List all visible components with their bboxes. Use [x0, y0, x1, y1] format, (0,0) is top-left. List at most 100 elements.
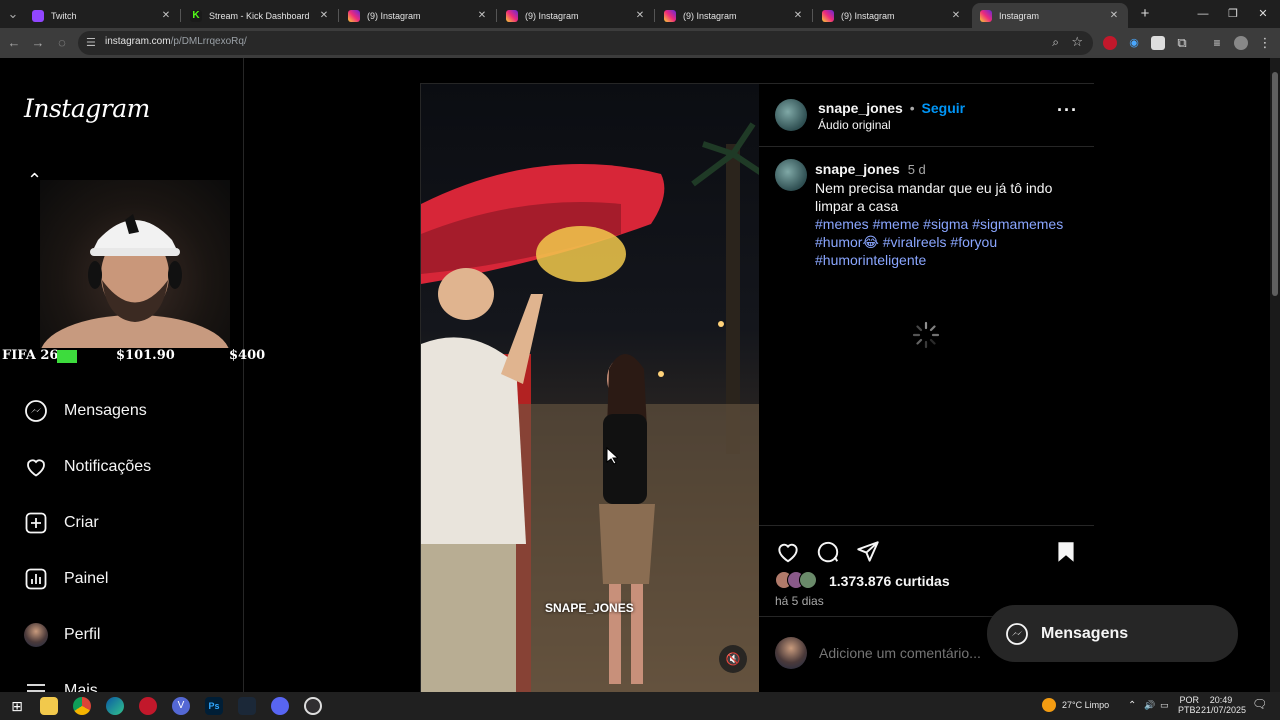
sidebar-item-perfil[interactable]: Perfil	[24, 620, 100, 650]
audio-link[interactable]: Áudio original	[818, 118, 891, 132]
bookmark-save-icon[interactable]	[1053, 539, 1079, 565]
follow-button[interactable]: Seguir	[922, 100, 966, 116]
mute-button[interactable]: 🔇	[719, 645, 747, 673]
hashtag-link[interactable]: #foryou	[950, 234, 997, 250]
sidebar-item-label: Painel	[64, 570, 109, 587]
menu-icon	[27, 684, 45, 692]
webcam-overlay: FIFA 26 $101.90 $400	[0, 180, 265, 368]
tab-instagram-3[interactable]: (9) Instagram ✕	[656, 3, 813, 28]
post-timestamp: há 5 dias	[775, 594, 824, 608]
tab-search-icon[interactable]: ⌄	[5, 6, 21, 22]
media-control-icon[interactable]: ≡	[1210, 36, 1224, 50]
close-icon[interactable]: ✕	[634, 10, 646, 21]
hashtag-link[interactable]: #memes	[815, 216, 869, 232]
speaker-icon[interactable]: 🔊	[1144, 700, 1155, 711]
kebab-menu-icon[interactable]: ⋮	[1258, 36, 1272, 50]
floating-messages-button[interactable]: Mensagens	[987, 605, 1238, 662]
zoom-icon[interactable]: ⌕	[1052, 35, 1059, 50]
tab-instagram-1[interactable]: (9) Instagram ✕	[340, 3, 497, 28]
sidebar-item-label: Perfil	[64, 626, 101, 643]
loading-stop-icon[interactable]: ◌	[54, 35, 70, 51]
new-tab-button[interactable]: +	[1130, 6, 1160, 22]
caption-age: 5 d	[907, 162, 926, 177]
tab-kick-dashboard[interactable]: K Stream - Kick Dashboard ✕	[182, 3, 339, 28]
weather-text[interactable]: 27°C Limpo	[1062, 700, 1109, 710]
photoshop-icon[interactable]: Ps	[205, 697, 223, 715]
scrollbar-thumb[interactable]	[1272, 72, 1278, 296]
tab-instagram-active[interactable]: Instagram ✕	[972, 3, 1128, 28]
tab-instagram-4[interactable]: (9) Instagram ✕	[814, 3, 970, 28]
caption-avatar[interactable]	[775, 159, 807, 191]
sidebar-item-mensagens[interactable]: Mensagens	[24, 396, 147, 426]
bookmark-star-icon[interactable]: ☆	[1071, 34, 1083, 50]
hashtag-link[interactable]: #viralreels	[883, 234, 947, 250]
close-icon[interactable]: ✕	[792, 10, 804, 21]
close-icon[interactable]: ✕	[160, 10, 172, 21]
sidebar-item-mais[interactable]: Mais	[24, 676, 98, 692]
caption-username[interactable]: snape_jones	[815, 161, 900, 177]
vpn-icon[interactable]: V	[172, 697, 190, 715]
chevron-up-icon[interactable]: ⌃	[1128, 700, 1136, 711]
author-username[interactable]: snape_jones	[818, 100, 903, 116]
hashtags-line-3: #humorinteligente	[815, 251, 1085, 269]
steam-icon[interactable]	[238, 697, 256, 715]
edge-icon[interactable]	[106, 697, 124, 715]
language-indicator[interactable]: POR PTB2	[1178, 695, 1201, 715]
close-icon[interactable]: ✕	[1108, 10, 1120, 21]
hashtag-link[interactable]: #humorinteligente	[815, 252, 926, 268]
hashtag-link[interactable]: #sigmamemes	[972, 216, 1063, 232]
video-watermark: SNAPE_JONES	[545, 601, 634, 615]
share-send-icon[interactable]	[855, 539, 881, 565]
restore-button[interactable]: ❐	[1218, 6, 1248, 22]
overlay-game-label: FIFA 26	[2, 348, 59, 363]
discord-icon[interactable]	[271, 697, 289, 715]
clock[interactable]: 20:49 21/07/2025	[1201, 695, 1246, 715]
post-video[interactable]: SNAPE_JONES 🔇	[421, 84, 759, 692]
profile-avatar[interactable]	[1234, 36, 1248, 50]
opera-extension-icon[interactable]	[1103, 36, 1117, 50]
comment-icon[interactable]	[815, 539, 841, 565]
tab-label: (9) Instagram	[683, 10, 737, 21]
chrome-icon[interactable]	[73, 697, 91, 715]
tab-twitch[interactable]: Twitch ✕	[24, 3, 181, 28]
sidebar-item-painel[interactable]: Painel	[24, 564, 108, 594]
post-header-line: snape_jones • Seguir	[818, 100, 965, 116]
notification-icon[interactable]: 🗨	[1252, 697, 1267, 711]
minimize-button[interactable]: —	[1188, 6, 1218, 22]
hashtag-link[interactable]: #meme	[873, 216, 920, 232]
loading-spinner-icon	[912, 321, 940, 349]
close-icon[interactable]: ✕	[476, 10, 488, 21]
avatar	[799, 571, 817, 589]
tab-instagram-2[interactable]: (9) Instagram ✕	[498, 3, 655, 28]
puzzle-icon[interactable]: ⧉	[1175, 36, 1189, 50]
hashtags-line-2: #humor😂 #viralreels #foryou	[815, 233, 1085, 251]
sidebar-item-criar[interactable]: Criar	[24, 508, 99, 538]
obs-icon[interactable]	[304, 697, 322, 715]
sidebar-item-notificacoes[interactable]: Notificações	[24, 452, 151, 482]
close-window-button[interactable]: ✕	[1248, 6, 1278, 22]
more-options-icon[interactable]: ···	[1057, 100, 1078, 121]
file-explorer-icon[interactable]	[40, 697, 58, 715]
back-button[interactable]: ←	[6, 35, 22, 51]
hashtag-link[interactable]: #humor😂	[815, 234, 879, 250]
opera-icon[interactable]	[139, 697, 157, 715]
page-scrollbar[interactable]	[1270, 58, 1280, 692]
comment-input[interactable]	[819, 640, 989, 666]
heart-icon	[27, 459, 45, 477]
audio-extension-icon[interactable]: ◉	[1127, 36, 1141, 50]
close-icon[interactable]: ✕	[950, 10, 962, 21]
windows-start-icon[interactable]: ⊞	[8, 697, 26, 715]
hashtag-link[interactable]: #sigma	[923, 216, 968, 232]
extension-icon[interactable]	[1151, 36, 1165, 50]
like-heart-icon[interactable]	[775, 539, 801, 565]
address-bar[interactable]: ☰ instagram.com/p/DMLrrqexoRq/ ⌕ ☆	[78, 31, 1093, 55]
author-avatar[interactable]	[775, 99, 807, 131]
kick-icon: K	[190, 9, 202, 22]
instagram-logo[interactable]: Instagram	[24, 94, 150, 123]
site-info-icon[interactable]: ☰	[86, 36, 96, 49]
likes-count[interactable]: 1.373.876 curtidas	[829, 573, 950, 589]
close-icon[interactable]: ✕	[318, 10, 330, 21]
forward-button[interactable]: →	[30, 35, 46, 51]
clock-time: 20:49	[1209, 695, 1233, 705]
network-icon[interactable]: ▭	[1160, 700, 1169, 711]
